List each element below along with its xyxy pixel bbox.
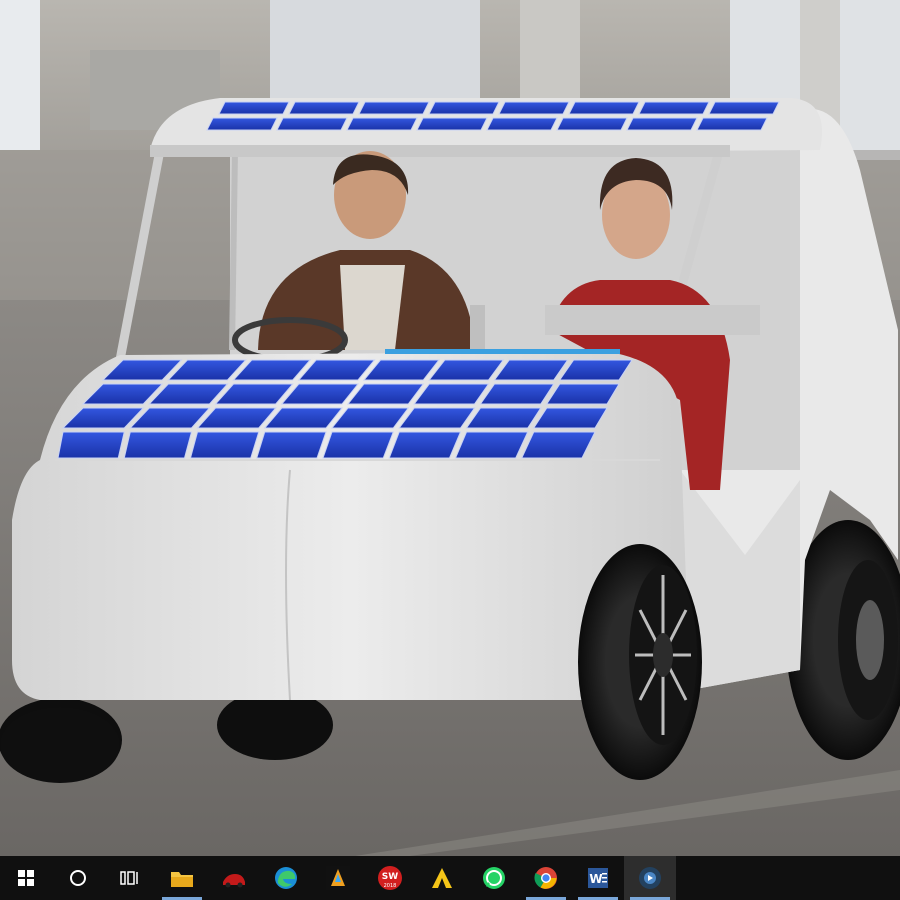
svg-text:SW: SW (382, 872, 398, 882)
solar-cell (276, 117, 348, 131)
windshield-strip (385, 349, 620, 354)
solar-cell (358, 101, 430, 115)
task-view-button[interactable] (104, 856, 156, 900)
solar-cell (123, 431, 193, 459)
edge-icon (275, 867, 297, 889)
solar-cell (454, 431, 529, 459)
solar-cell (696, 117, 768, 131)
chrome[interactable] (520, 856, 572, 900)
windows-taskbar: SW 2018 W (0, 856, 900, 900)
word-icon: W (588, 868, 608, 888)
task-view-icon (120, 871, 138, 885)
solar-cell (568, 101, 640, 115)
edge-browser[interactable] (260, 856, 312, 900)
solar-cell (346, 117, 418, 131)
app-red-car[interactable] (208, 856, 260, 900)
whatsapp[interactable] (468, 856, 520, 900)
svg-text:2018: 2018 (384, 883, 397, 889)
solar-cell (322, 431, 394, 459)
keyshot-icon (326, 866, 350, 890)
solar-cell (708, 101, 780, 115)
solar-cell (638, 101, 710, 115)
solar-cell (545, 383, 620, 405)
front-left-wheel (0, 707, 120, 783)
folder-icon (171, 872, 193, 887)
solidworks-icon: SW 2018 (378, 866, 402, 890)
passenger-seat (545, 305, 760, 335)
archicad-icon (432, 868, 452, 888)
solar-cell (520, 431, 596, 459)
chrome-icon (534, 867, 557, 889)
solar-cell (416, 117, 488, 131)
solar-cell (486, 117, 558, 131)
word[interactable]: W (572, 856, 624, 900)
keyshot[interactable] (312, 856, 364, 900)
solar-cell (428, 101, 500, 115)
solar-cell (288, 101, 360, 115)
start-button[interactable] (0, 856, 52, 900)
windows-icon (18, 870, 34, 886)
solar-cell (388, 431, 462, 459)
svg-text:W: W (589, 872, 602, 886)
front-right-wheel (578, 544, 702, 780)
solar-cell (626, 117, 698, 131)
solar-cell (498, 101, 570, 115)
media-icon (639, 867, 661, 889)
car-icon (223, 874, 245, 888)
solar-cell (532, 407, 608, 429)
search-button[interactable] (52, 856, 104, 900)
file-explorer[interactable] (156, 856, 208, 900)
solidworks-2018[interactable]: SW 2018 (364, 856, 416, 900)
solar-cell (218, 101, 290, 115)
search-circle-icon (70, 870, 86, 886)
solar-cell (189, 431, 260, 459)
window-left (0, 0, 40, 150)
solar-car-scene (0, 0, 900, 856)
solar-cell (256, 431, 327, 459)
media-app[interactable] (624, 856, 676, 900)
solar-cell (556, 117, 628, 131)
solar-cell (57, 431, 125, 459)
solar-cell (206, 117, 278, 131)
render-viewport (0, 0, 900, 856)
driver-seat (470, 305, 485, 350)
rear-center-wheel (217, 690, 333, 760)
whatsapp-icon (483, 867, 505, 889)
archicad[interactable] (416, 856, 468, 900)
